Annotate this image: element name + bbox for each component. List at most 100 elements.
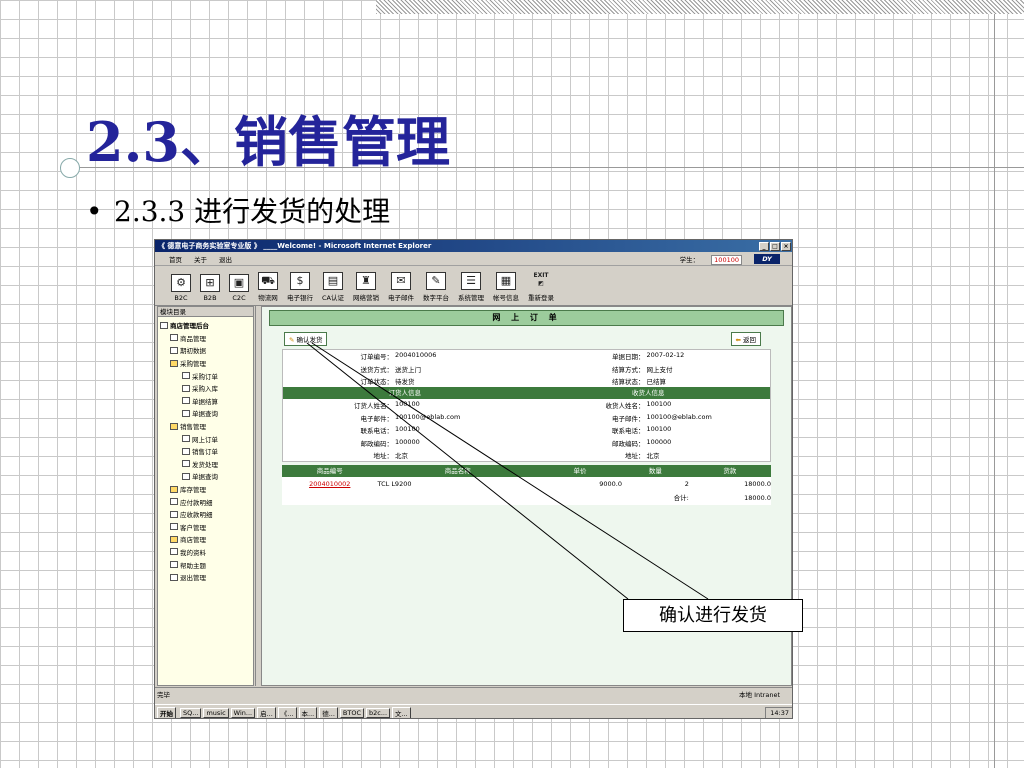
sidebar-item-payables[interactable]: 应付款明细 xyxy=(160,495,253,508)
toolbar-ca[interactable]: ▤ CA认证 xyxy=(322,272,344,302)
taskbar-item[interactable]: 《... xyxy=(277,706,297,718)
sidebar-item-label: 单据查询 xyxy=(192,473,218,482)
confirm-ship-button[interactable]: ✎ 确认发货 xyxy=(284,332,328,346)
sidebar-item-help[interactable]: 帮助主题 xyxy=(160,558,253,571)
field-value: 100100@eblab.com xyxy=(646,412,712,421)
action-row: ✎ 确认发货 ⬅ 返回 xyxy=(284,332,761,346)
sidebar-item-label: 我的资料 xyxy=(180,548,206,557)
sidebar-item-label: 网上订单 xyxy=(192,435,218,444)
frame-splitter[interactable] xyxy=(255,306,260,686)
sidebar-item-label: 单据查询 xyxy=(192,410,218,419)
menu-home[interactable]: 首页 xyxy=(169,254,182,264)
toolbar-label: B2C xyxy=(174,294,188,302)
start-button[interactable]: 开始 xyxy=(157,706,176,718)
sidebar-item-purchase-orders[interactable]: 采购订单 xyxy=(160,369,253,382)
page-icon xyxy=(182,472,190,480)
sidebar-item-customers[interactable]: 客户管理 xyxy=(160,521,253,534)
status-text: 完毕 xyxy=(157,690,170,699)
toolbar-label: 数字平台 xyxy=(423,294,449,302)
sidebar-item-sales-orders[interactable]: 销售订单 xyxy=(160,445,253,458)
ca-icon: ▤ xyxy=(323,272,343,290)
toolbar-email[interactable]: ✉ 电子邮件 xyxy=(388,272,414,302)
page-icon xyxy=(182,372,190,380)
total-value: 18000.0 xyxy=(744,494,771,503)
toolbar-c2c[interactable]: ▣ C2C xyxy=(229,274,249,302)
field-value: 网上支付 xyxy=(646,365,673,374)
minimize-button[interactable]: _ xyxy=(759,241,769,251)
sidebar-item-settlement[interactable]: 单据结算 xyxy=(160,395,253,408)
bullet-dot: • xyxy=(86,195,103,228)
quantity: 2 xyxy=(684,480,689,489)
logistics-icon: ⛟ xyxy=(258,272,278,290)
status-bar: 完毕 本地 Intranet xyxy=(155,687,792,699)
back-icon: ⬅ xyxy=(735,336,741,344)
sidebar-item-exit[interactable]: 退出管理 xyxy=(160,571,253,584)
page-icon xyxy=(182,409,190,417)
help-icon xyxy=(170,561,178,569)
page-icon xyxy=(182,384,190,392)
sidebar-item-doc-query[interactable]: 单据查询 xyxy=(160,407,253,420)
product-name: TCL L9200 xyxy=(377,480,412,489)
person-row: 邮政编码： 100000 邮政编码： 100000 xyxy=(283,436,770,448)
field-label: 订单编号： xyxy=(360,353,394,362)
taskbar-item[interactable]: 本... xyxy=(298,706,318,718)
toolbar-b2c[interactable]: ⚙ B2C xyxy=(171,274,191,302)
person-row: 电子邮件： 100100@eblab.com 电子邮件： 100100@eblab.c… xyxy=(283,412,770,424)
maximize-button[interactable]: □ xyxy=(770,241,780,251)
back-button[interactable]: ⬅ 返回 xyxy=(730,332,761,346)
total-row: 合计: 18000.0 xyxy=(282,491,771,505)
product-code-link[interactable]: 2004010002 xyxy=(309,480,350,488)
sidebar-item-initial-data[interactable]: 期初数据 xyxy=(160,344,253,357)
toolbar-digital[interactable]: ✎ 数字平台 xyxy=(423,272,449,302)
sidebar-item-sales-query[interactable]: 单据查询 xyxy=(160,470,253,483)
toolbar-label: CA认证 xyxy=(322,294,344,302)
taskbar-item[interactable]: Win... xyxy=(230,707,256,718)
col-header: 数量 xyxy=(648,467,662,476)
sidebar-item-sales[interactable]: 销售管理 xyxy=(160,420,253,433)
page-icon xyxy=(182,460,190,468)
menu-logout[interactable]: 退出 xyxy=(219,254,232,264)
sidebar-item-purchasing[interactable]: 采购管理 xyxy=(160,357,253,370)
sidebar-item-my-profile[interactable]: 我的资料 xyxy=(160,546,253,559)
sidebar-header: 模块目录 xyxy=(158,307,253,317)
toolbar-label: C2C xyxy=(232,294,246,302)
order-row: 订单状态： 待发货 结算状态： 已结算 xyxy=(283,375,770,387)
sidebar-item-store-mgmt[interactable]: 商店管理 xyxy=(160,533,253,546)
order-row: 订单编号： 2004010006 单据日期： 2007-02-12 xyxy=(283,350,770,362)
toolbar-account[interactable]: ▦ 帐号信息 xyxy=(493,272,519,302)
taskbar-item[interactable]: 文... xyxy=(392,706,411,718)
order-details: 订单编号： 2004010006 单据日期： 2007-02-12 送货方式： 送货上门… xyxy=(282,349,771,463)
toolbar-relogin[interactable]: EXIT ◩ 重新登录 xyxy=(528,272,554,302)
sidebar-item-inventory[interactable]: 库存管理 xyxy=(160,483,253,496)
taskbar-item[interactable]: 启... xyxy=(257,706,276,718)
sidebar-item-store-admin[interactable]: 商店管理后台 xyxy=(160,319,253,332)
sidebar-tree: 商店管理后台 商品管理 期初数据 采购管理 采购订单 采购入库 单据结算 单据查… xyxy=(158,317,253,583)
field-label: 送货方式： xyxy=(360,365,394,374)
exit-caption: EXIT xyxy=(533,272,549,279)
page-icon xyxy=(170,548,178,556)
col-header: 单价 xyxy=(573,467,587,476)
b2b-icon: ⊞ xyxy=(200,274,220,292)
sidebar-item-shipping[interactable]: 发货处理 xyxy=(160,458,253,471)
field-label: 结算方式： xyxy=(612,365,645,374)
toolbar-bank[interactable]: $ 电子银行 xyxy=(287,272,313,302)
taskbar-item[interactable]: 德... xyxy=(319,706,338,718)
person-row: 订货人姓名： 100100 收货人姓名： 100100 xyxy=(283,399,770,411)
sidebar-item-online-orders[interactable]: 网上订单 xyxy=(160,432,253,445)
page-icon xyxy=(170,346,178,354)
menu-about[interactable]: 关于 xyxy=(194,254,207,264)
field-label: 地址： xyxy=(625,451,645,460)
field-label: 电子邮件： xyxy=(612,414,645,423)
sidebar-item-purchase-receipt[interactable]: 采购入库 xyxy=(160,382,253,395)
taskbar-item[interactable]: BTOC xyxy=(339,707,364,718)
toolbar-logistics[interactable]: ⛟ 物流网 xyxy=(258,272,278,302)
sidebar-item-products[interactable]: 商品管理 xyxy=(160,332,253,345)
toolbar-marketing[interactable]: ♜ 网络营销 xyxy=(353,272,379,302)
taskbar-item[interactable]: music xyxy=(203,707,229,718)
toolbar-b2b[interactable]: ⊞ B2B xyxy=(200,274,220,302)
close-button[interactable]: × xyxy=(781,241,791,251)
taskbar-item[interactable]: SQ... xyxy=(180,707,202,718)
sidebar-item-receivables[interactable]: 应收款明细 xyxy=(160,508,253,521)
toolbar-system[interactable]: ☰ 系统管理 xyxy=(458,272,484,302)
taskbar-item[interactable]: b2c... xyxy=(366,707,391,718)
